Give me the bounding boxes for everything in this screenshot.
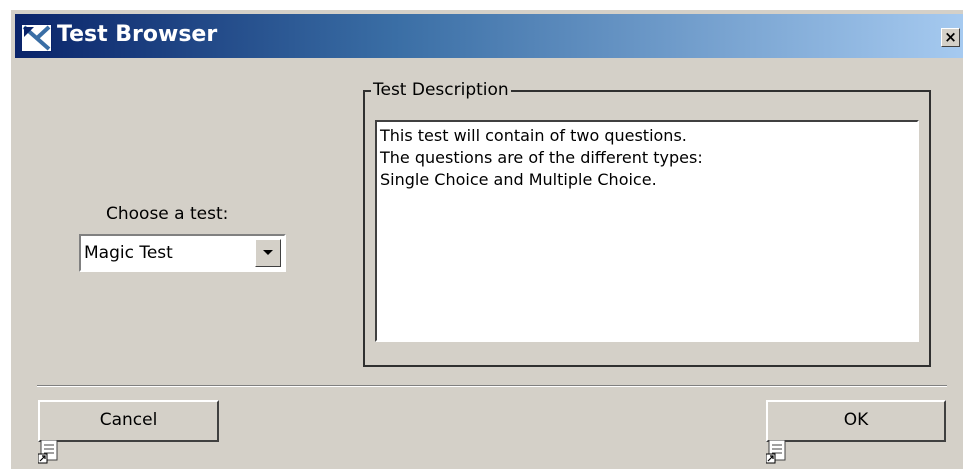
- description-line: Single Choice and Multiple Choice.: [380, 170, 657, 189]
- cancel-button[interactable]: Cancel: [38, 400, 219, 442]
- document-shortcut-icon: [37, 439, 60, 464]
- document-shortcut-icon: [765, 439, 788, 464]
- separator: [37, 385, 947, 387]
- test-select[interactable]: Magic Test: [79, 234, 286, 272]
- app-icon: [21, 24, 52, 52]
- description-line: This test will contain of two questions.: [380, 126, 687, 145]
- close-icon: ×: [944, 28, 957, 46]
- close-button[interactable]: ×: [941, 28, 960, 47]
- test-select-value: Magic Test: [84, 243, 173, 263]
- window-title: Test Browser: [57, 22, 218, 47]
- test-browser-dialog: Test Browser × Choose a test: Magic Test…: [10, 9, 963, 469]
- test-description-legend: Test Description: [371, 79, 511, 101]
- test-description-text[interactable]: This test will contain of two questions.…: [375, 120, 919, 342]
- description-line: The questions are of the different types…: [380, 148, 703, 167]
- test-select-dropdown-button[interactable]: [255, 239, 281, 267]
- test-description-group: Test Description This test will contain …: [363, 79, 931, 367]
- chevron-down-icon: [263, 250, 273, 255]
- title-bar[interactable]: Test Browser ×: [15, 14, 963, 58]
- ok-button[interactable]: OK: [766, 400, 946, 442]
- choose-test-label: Choose a test:: [106, 204, 229, 224]
